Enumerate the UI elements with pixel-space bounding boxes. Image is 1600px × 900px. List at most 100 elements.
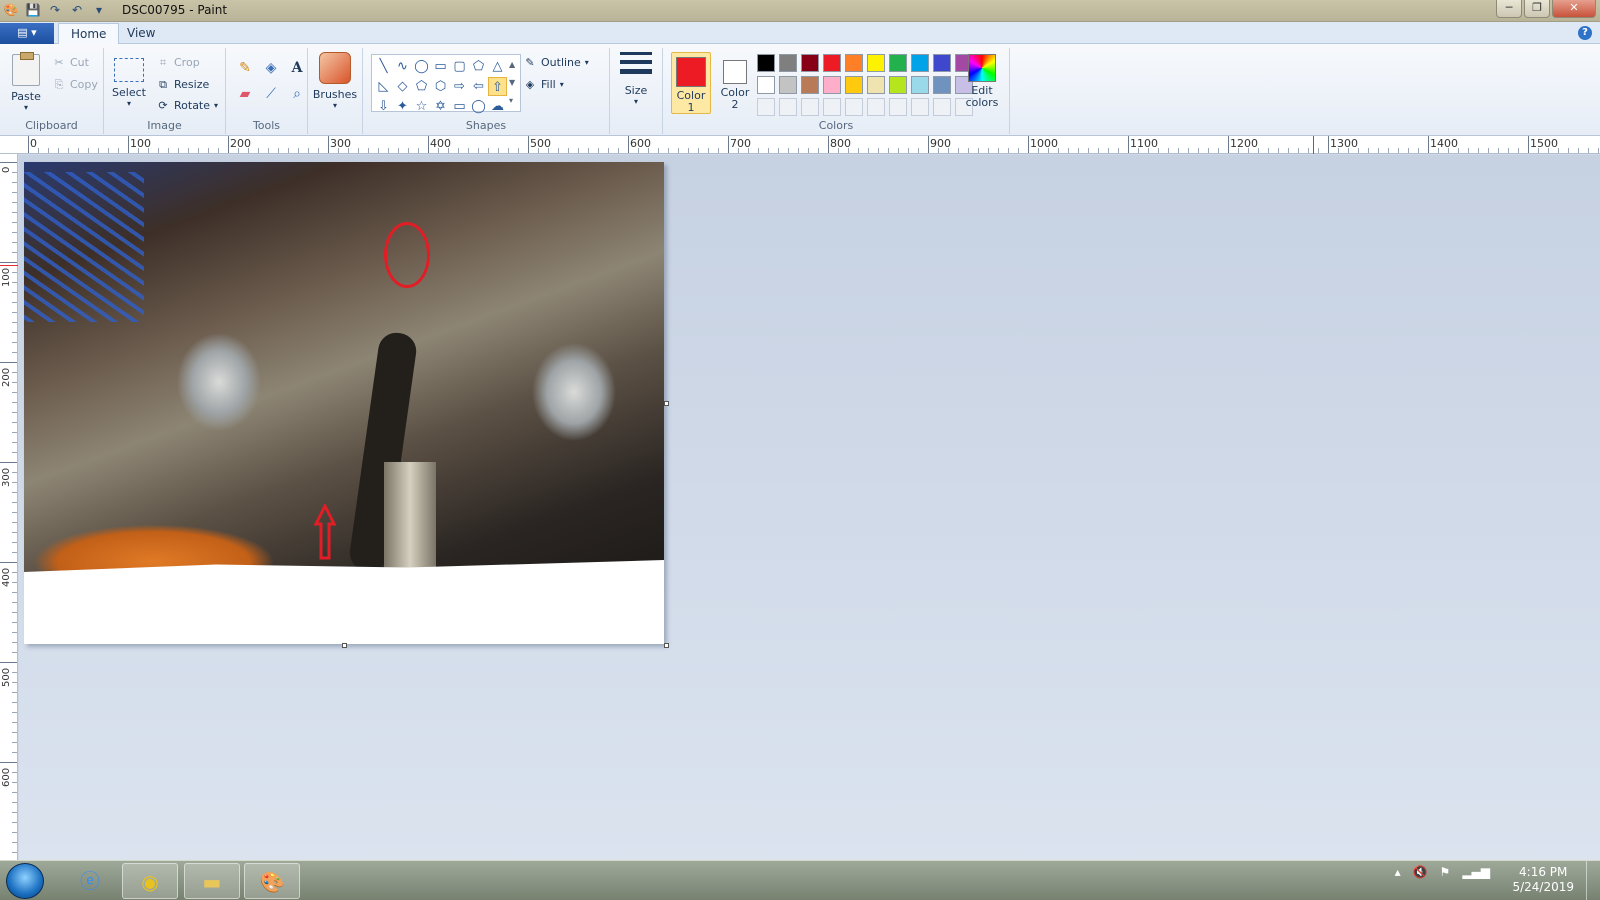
- outline-button[interactable]: ✎ Outline ▾: [523, 56, 588, 69]
- ruler-tick: [328, 136, 329, 153]
- select-button[interactable]: Select ▾: [112, 58, 146, 108]
- palette-swatch-empty[interactable]: [889, 98, 907, 116]
- four-point-star-shape-icon[interactable]: ✦: [393, 97, 412, 116]
- resize-handle-bottom[interactable]: [342, 643, 347, 648]
- paste-button[interactable]: Paste ▾: [8, 52, 44, 112]
- ruler-tick: [0, 262, 17, 263]
- color-picker-icon[interactable]: ⟋: [260, 84, 282, 104]
- palette-swatch[interactable]: [867, 54, 885, 72]
- palette-swatch[interactable]: [779, 54, 797, 72]
- palette-swatch[interactable]: [757, 76, 775, 94]
- color1-button[interactable]: Color 1: [671, 52, 711, 114]
- palette-swatch[interactable]: [911, 76, 929, 94]
- six-point-star-shape-icon[interactable]: ✡: [431, 97, 450, 116]
- edit-colors-button[interactable]: Edit colors: [961, 54, 1003, 109]
- magnifier-icon[interactable]: ⌕: [286, 84, 308, 104]
- diamond-shape-icon[interactable]: ◇: [393, 77, 412, 96]
- palette-swatch-empty[interactable]: [823, 98, 841, 116]
- oval-callout-shape-icon[interactable]: ◯: [469, 97, 488, 116]
- oval-shape-icon[interactable]: ◯: [412, 57, 431, 76]
- palette-swatch-empty[interactable]: [801, 98, 819, 116]
- paint-menu-button[interactable]: ▤ ▾: [0, 23, 54, 44]
- tab-home[interactable]: Home: [58, 23, 120, 44]
- redo-icon[interactable]: ↷: [46, 2, 64, 19]
- palette-swatch[interactable]: [823, 76, 841, 94]
- show-hidden-icons-icon[interactable]: ▴: [1395, 865, 1401, 879]
- fill-button[interactable]: ◈ Fill ▾: [523, 78, 564, 91]
- palette-swatch[interactable]: [801, 76, 819, 94]
- pentagon-shape-icon[interactable]: ⬠: [412, 77, 431, 96]
- hexagon-shape-icon[interactable]: ⬡: [431, 77, 450, 96]
- paint-icon[interactable]: 🎨: [244, 863, 300, 899]
- maximize-button[interactable]: ❐: [1524, 0, 1550, 18]
- ruler-tick: [388, 148, 389, 153]
- palette-swatch-empty[interactable]: [845, 98, 863, 116]
- palette-swatch[interactable]: [933, 76, 951, 94]
- customize-qat-icon[interactable]: ▾: [90, 2, 108, 19]
- up-arrow-shape-icon[interactable]: ⇧: [488, 77, 507, 96]
- close-button[interactable]: ✕: [1552, 0, 1596, 18]
- palette-swatch-empty[interactable]: [757, 98, 775, 116]
- fill-icon[interactable]: ◈: [260, 58, 282, 78]
- polygon-shape-icon[interactable]: ⬠: [469, 57, 488, 76]
- palette-swatch[interactable]: [801, 54, 819, 72]
- line-shape-icon[interactable]: ╲: [374, 57, 393, 76]
- drawing-canvas[interactable]: [24, 162, 664, 644]
- palette-swatch-empty[interactable]: [933, 98, 951, 116]
- palette-swatch[interactable]: [889, 76, 907, 94]
- cloud-callout-shape-icon[interactable]: ☁: [488, 97, 507, 116]
- size-button[interactable]: Size ▾: [618, 52, 654, 106]
- show-desktop-button[interactable]: [1586, 861, 1600, 900]
- internet-explorer-icon[interactable]: ⓔ: [62, 863, 118, 899]
- volume-muted-icon[interactable]: 🔇: [1413, 865, 1428, 879]
- save-icon[interactable]: 💾: [24, 2, 42, 19]
- start-button[interactable]: [6, 863, 44, 899]
- cut-button[interactable]: ✂ Cut: [52, 56, 89, 69]
- triangle-shape-icon[interactable]: △: [488, 57, 507, 76]
- palette-swatch[interactable]: [933, 54, 951, 72]
- copy-button[interactable]: ⎘ Copy: [52, 78, 98, 91]
- rect-callout-shape-icon[interactable]: ▭: [450, 97, 469, 116]
- palette-swatch[interactable]: [867, 76, 885, 94]
- palette-swatch[interactable]: [911, 54, 929, 72]
- help-icon[interactable]: ?: [1578, 26, 1592, 40]
- text-icon[interactable]: A: [286, 58, 308, 78]
- palette-swatch[interactable]: [779, 76, 797, 94]
- resize-handle-right[interactable]: [664, 401, 669, 406]
- network-signal-icon[interactable]: ▂▄▆: [1462, 865, 1490, 879]
- down-arrow-shape-icon[interactable]: ⇩: [374, 97, 393, 116]
- palette-swatch[interactable]: [845, 76, 863, 94]
- palette-swatch[interactable]: [889, 54, 907, 72]
- tab-view[interactable]: View: [115, 23, 167, 44]
- five-point-star-shape-icon[interactable]: ☆: [412, 97, 431, 116]
- rectangle-shape-icon[interactable]: ▭: [431, 57, 450, 76]
- crop-button[interactable]: ⌗ Crop: [156, 56, 200, 69]
- chrome-icon[interactable]: ◉: [122, 863, 178, 899]
- minimize-button[interactable]: ─: [1496, 0, 1522, 18]
- brushes-button[interactable]: Brushes ▾: [312, 52, 358, 110]
- color2-button[interactable]: Color 2: [715, 52, 755, 114]
- rotate-button[interactable]: ⟳ Rotate ▾: [156, 99, 218, 112]
- clock[interactable]: 4:16 PM 5/24/2019: [1512, 865, 1574, 895]
- undo-icon[interactable]: ↶: [68, 2, 86, 19]
- palette-swatch-empty[interactable]: [911, 98, 929, 116]
- palette-swatch[interactable]: [823, 54, 841, 72]
- ruler-tick: [78, 148, 79, 153]
- pencil-icon[interactable]: ✎: [234, 58, 256, 78]
- right-arrow-shape-icon[interactable]: ⇨: [450, 77, 469, 96]
- palette-swatch-empty[interactable]: [779, 98, 797, 116]
- palette-swatch-empty[interactable]: [867, 98, 885, 116]
- eraser-icon[interactable]: ▰: [234, 84, 256, 104]
- left-arrow-shape-icon[interactable]: ⇦: [469, 77, 488, 96]
- paint-app-icon[interactable]: 🎨: [2, 2, 20, 19]
- palette-swatch[interactable]: [845, 54, 863, 72]
- action-center-icon[interactable]: ⚑: [1440, 865, 1451, 879]
- shapes-scroll-icon[interactable]: ▲ ▼ ▾: [509, 56, 515, 110]
- right-triangle-shape-icon[interactable]: ◺: [374, 77, 393, 96]
- rounded-rectangle-shape-icon[interactable]: ▢: [450, 57, 469, 76]
- curve-shape-icon[interactable]: ∿: [393, 57, 412, 76]
- file-explorer-icon[interactable]: ▬: [184, 863, 240, 899]
- resize-button[interactable]: ⧉ Resize: [156, 78, 209, 91]
- resize-handle-corner[interactable]: [664, 643, 669, 648]
- palette-swatch[interactable]: [757, 54, 775, 72]
